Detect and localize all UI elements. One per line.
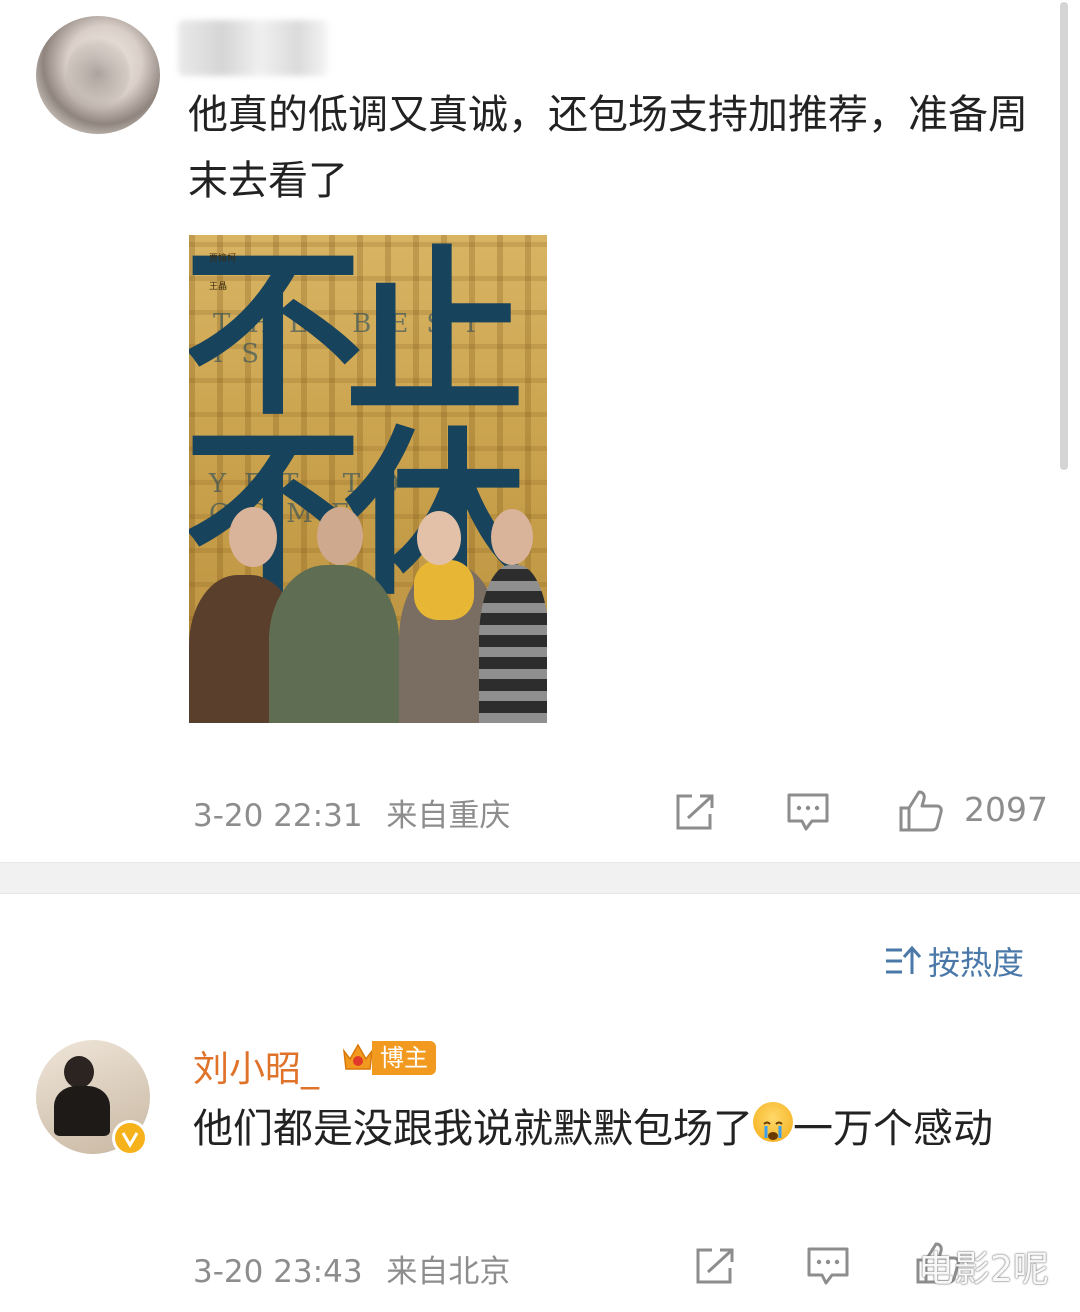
scrollbar[interactable] <box>1060 2 1068 470</box>
crown-icon <box>342 1043 374 1070</box>
comment-share-icon[interactable] <box>694 1246 736 1286</box>
share-icon[interactable] <box>674 792 716 832</box>
comment-text-part1: 他们都是没跟我说就默默包场了 <box>193 1106 753 1152</box>
avatar-figure-body <box>54 1086 110 1136</box>
post-meta: 3-20 22:31 来自重庆 <box>193 790 510 835</box>
poster-head-4 <box>491 509 533 565</box>
watermark: 电影2呢 <box>918 1249 1049 1290</box>
post-text: 他真的低调又真诚，还包场支持加推荐，准备周末去看了 <box>188 92 1028 204</box>
verified-badge-icon <box>112 1120 148 1156</box>
like-icon[interactable] <box>897 788 945 834</box>
comment-text: 他们都是没跟我说就默默包场了 一万个感动 <box>193 1096 1053 1162</box>
comment-author-name[interactable]: 刘小昭_ <box>193 1040 319 1092</box>
sort-icon <box>886 945 922 974</box>
comment-text-part2: 一万个感动 <box>793 1106 993 1152</box>
avatar-figure-head <box>64 1056 94 1088</box>
poster-head-1 <box>229 507 277 567</box>
poster-credit-2: 王晶 <box>209 282 228 292</box>
sort-label: 按热度 <box>928 944 1025 982</box>
comment-icon[interactable] <box>786 792 830 832</box>
section-divider <box>0 862 1080 894</box>
poster-head-3 <box>417 511 461 565</box>
post-like-count: 2097 <box>964 790 1048 829</box>
post-author-name-blurred[interactable] <box>178 20 328 76</box>
comment-timestamp: 3-20 23:43 <box>193 1254 363 1290</box>
poster-person-2 <box>269 565 399 723</box>
poster-english-top: THE BEST IS <box>213 309 498 369</box>
poster-credit-1: 贾樟柯 <box>209 254 237 264</box>
blogger-badge: 博主 <box>340 1039 436 1077</box>
post-author-avatar[interactable] <box>36 16 160 134</box>
poster-person-4 <box>479 565 547 723</box>
comment-source: 来自北京 <box>386 1254 511 1290</box>
post-timestamp: 3-20 22:31 <box>193 798 363 834</box>
poster-head-2 <box>317 507 363 565</box>
blogger-badge-label: 博主 <box>372 1041 436 1075</box>
post-image[interactable]: 不止 不休 THE BEST IS YET TO COME 贾樟柯 王晶 <box>189 235 547 723</box>
comment-reply-icon[interactable] <box>806 1246 850 1286</box>
crying-face-icon <box>753 1102 793 1142</box>
poster-scarf <box>414 560 474 620</box>
post-source: 来自重庆 <box>386 798 511 834</box>
comment-meta: 3-20 23:43 来自北京 <box>193 1246 510 1291</box>
sort-button[interactable]: 按热度 <box>884 938 1024 984</box>
